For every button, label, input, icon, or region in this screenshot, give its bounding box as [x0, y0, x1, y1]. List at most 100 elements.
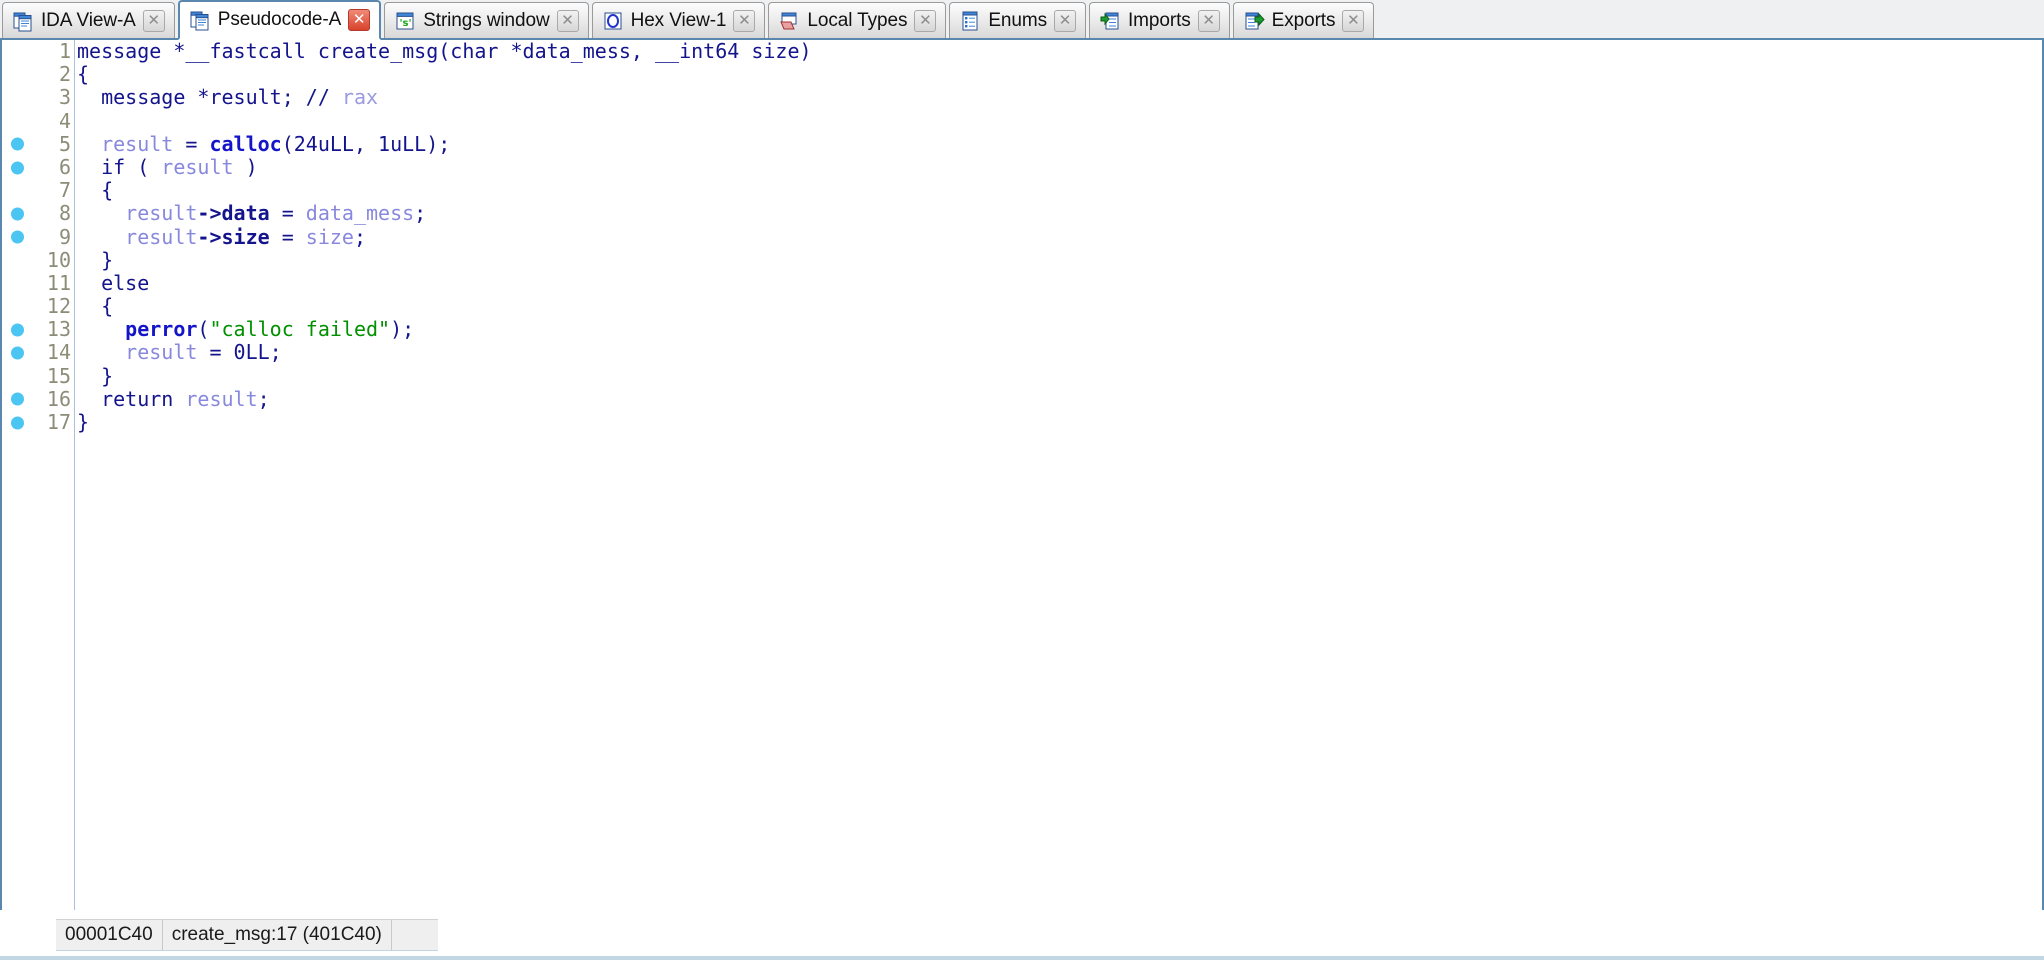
code-line[interactable]: } [77, 410, 2042, 434]
code-token: else [77, 270, 150, 295]
gutter-line[interactable]: 15 [2, 364, 74, 388]
status-group: 00001C40 create_msg:17 (401C40) [56, 919, 438, 951]
close-icon[interactable]: ✕ [733, 9, 756, 32]
ida-view-icon [12, 10, 34, 32]
code-line[interactable]: perror("calloc failed"); [77, 318, 2042, 341]
close-icon[interactable]: ✕ [1197, 9, 1220, 32]
gutter-line[interactable]: 1 [2, 40, 74, 63]
line-number: 1 [58, 40, 71, 63]
close-icon[interactable]: ✕ [348, 9, 371, 31]
line-number: 13 [46, 317, 71, 342]
gutter-line[interactable]: 10 [2, 247, 74, 272]
tab-label: Exports [1271, 9, 1336, 31]
gutter-line[interactable]: 2 [2, 62, 74, 86]
code-token: result [161, 154, 234, 179]
close-icon[interactable]: ✕ [556, 9, 579, 32]
line-number: 4 [58, 108, 71, 133]
gutter-line[interactable]: 11 [2, 271, 74, 295]
code-token: = [173, 131, 210, 156]
tab-enums[interactable]: Enums ✕ [949, 2, 1086, 38]
code-token: ; [353, 224, 367, 249]
gutter-line[interactable]: 6 [2, 154, 74, 179]
line-number: 7 [58, 178, 71, 203]
gutter-line[interactable]: 9 [2, 224, 74, 249]
code-line[interactable]: result = 0LL; [77, 341, 2042, 364]
breakpoint-dot[interactable] [11, 161, 24, 175]
code-token: perror [125, 317, 198, 342]
code-line[interactable] [77, 110, 2042, 133]
gutter-line[interactable]: 5 [2, 131, 74, 156]
gutter-line[interactable]: 13 [2, 318, 74, 341]
local-types-icon [778, 10, 800, 32]
code-token: (char * [438, 40, 523, 63]
code-token: return [77, 386, 186, 411]
line-number: 16 [46, 386, 71, 411]
gutter-line[interactable]: 14 [2, 341, 74, 364]
tab-pseudocode-a[interactable]: Pseudocode-A ✕ [177, 0, 382, 40]
code-line[interactable]: { [77, 63, 2042, 86]
line-number: 5 [58, 131, 71, 156]
line-number: 6 [58, 154, 71, 179]
pseudocode-view[interactable]: 1 2 3 4 5 6 7 8 9 10 11 12 13 14 15 16 17 message *__fas… [0, 40, 2044, 910]
gutter-line[interactable]: 7 [2, 178, 74, 203]
code-line[interactable]: message *result; // rax [77, 86, 2042, 109]
code-text-area[interactable]: message *__fastcall create_msg(char *dat… [74, 40, 2042, 910]
gutter-line[interactable]: 3 [2, 86, 74, 109]
enums-icon [959, 10, 981, 32]
line-number: 3 [58, 85, 71, 110]
gutter-line[interactable]: 4 [2, 108, 74, 133]
status-extra [392, 920, 438, 950]
tab-exports[interactable]: Exports ✕ [1232, 2, 1375, 38]
breakpoint-dot[interactable] [11, 323, 24, 337]
code-token: size [751, 40, 800, 63]
tab-imports[interactable]: Imports ✕ [1089, 2, 1230, 38]
code-token: "calloc failed" [209, 317, 391, 342]
breakpoint-dot[interactable] [11, 207, 24, 221]
pseudocode-icon [189, 9, 211, 31]
code-token: data_mess [522, 40, 631, 63]
tab-hex-view-1[interactable]: Hex View-1 ✕ [591, 2, 766, 38]
gutter-line[interactable]: 16 [2, 386, 74, 411]
code-line[interactable]: result->data = data_mess; [77, 202, 2042, 225]
breakpoint-dot[interactable] [11, 346, 24, 360]
breakpoint-dot[interactable] [11, 230, 24, 244]
code-line[interactable]: message *__fastcall create_msg(char *dat… [77, 40, 2042, 63]
code-token: ->size [197, 224, 270, 249]
code-line[interactable]: return result; [77, 386, 2042, 411]
code-line[interactable]: { [77, 179, 2042, 202]
exports-icon [1243, 10, 1265, 32]
breakpoint-dot[interactable] [11, 416, 24, 430]
line-number: 17 [46, 410, 71, 434]
breakpoint-dot[interactable] [11, 137, 24, 151]
code-line[interactable]: } [77, 248, 2042, 272]
code-token: result [125, 340, 198, 365]
tab-local-types[interactable]: Local Types ✕ [768, 2, 947, 38]
tab-ida-view-a[interactable]: IDA View-A ✕ [2, 2, 175, 38]
breakpoint-dot[interactable] [11, 392, 24, 406]
code-line[interactable]: result->size = size; [77, 224, 2042, 249]
gutter-line[interactable]: 8 [2, 202, 74, 225]
gutter-line[interactable]: 12 [2, 294, 74, 318]
code-line[interactable]: else [77, 270, 2042, 295]
close-icon[interactable]: ✕ [1054, 9, 1076, 32]
code-token: = [269, 201, 306, 226]
gutter-line[interactable]: 17 [2, 410, 74, 434]
code-line[interactable]: } [77, 364, 2042, 388]
code-token: create_msg [317, 40, 439, 63]
tab-label: Strings window [423, 9, 550, 31]
line-number: 9 [58, 224, 71, 249]
line-number: 10 [46, 247, 71, 272]
code-line[interactable]: result = calloc(24uLL, 1uLL); [77, 131, 2042, 156]
line-number: 8 [58, 201, 71, 226]
hex-view-icon [602, 10, 624, 32]
code-token: result [125, 201, 198, 226]
close-icon[interactable]: ✕ [142, 9, 165, 32]
close-icon[interactable]: ✕ [1342, 9, 1365, 32]
close-icon[interactable]: ✕ [914, 9, 937, 32]
code-line[interactable]: if ( result ) [77, 154, 2042, 179]
code-line[interactable]: { [77, 294, 2042, 318]
breakpoint-gutter[interactable]: 1 2 3 4 5 6 7 8 9 10 11 12 13 14 15 16 17 [2, 40, 74, 910]
tab-strings-window[interactable]: 's' Strings window ✕ [384, 2, 589, 38]
